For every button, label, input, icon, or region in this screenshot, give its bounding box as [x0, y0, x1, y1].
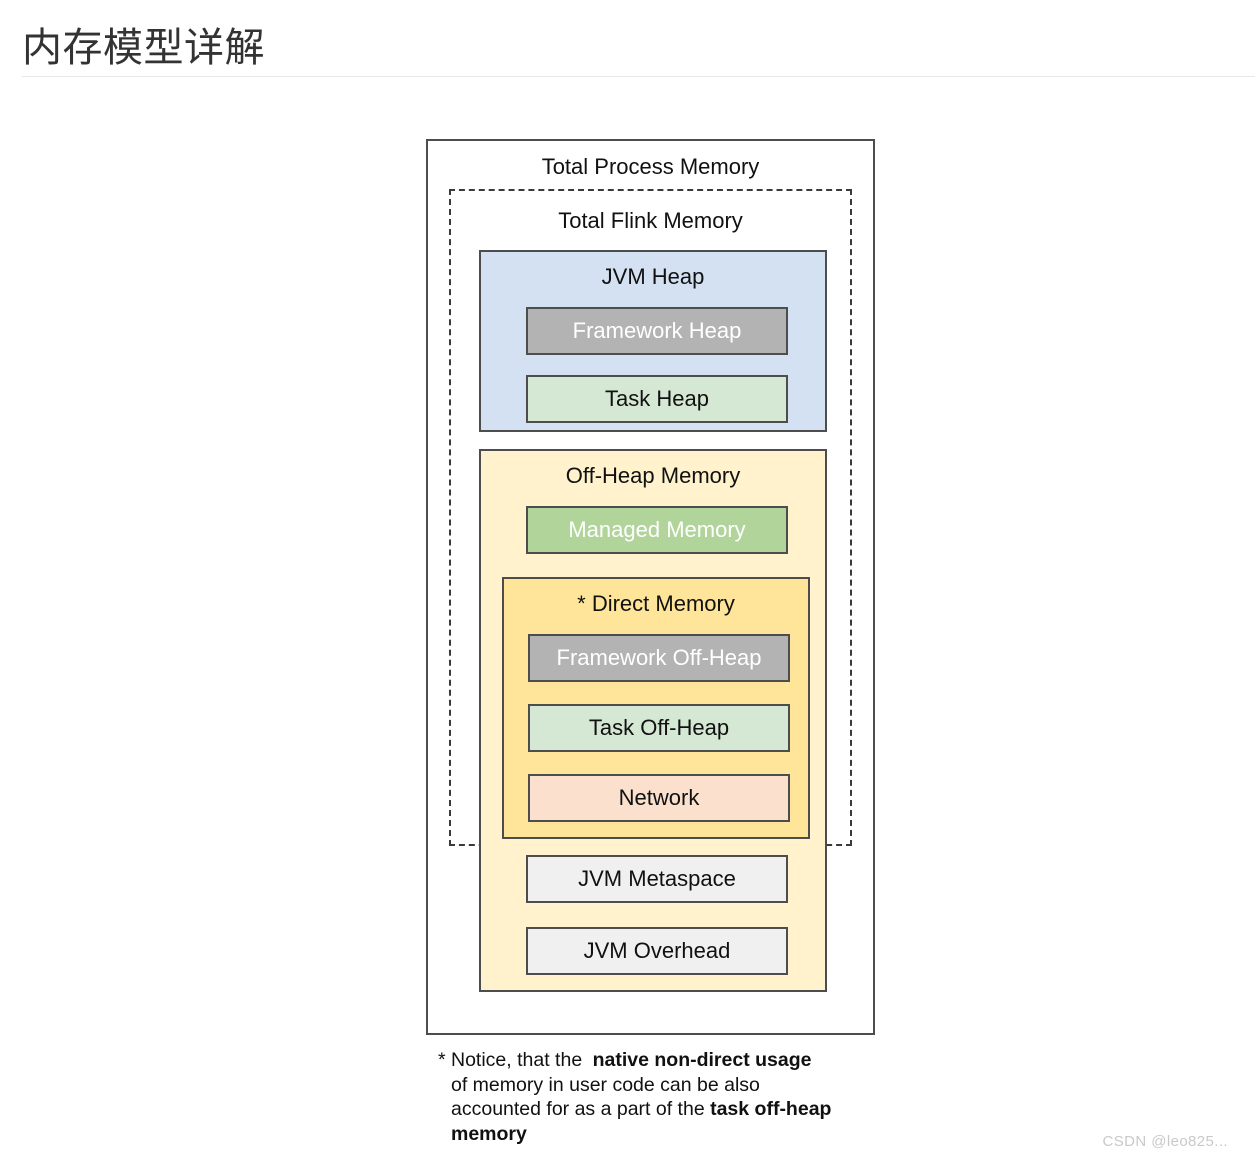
total-flink-memory-label: Total Flink Memory [558, 208, 743, 233]
footnote-line-1-bold: native non-direct usage [592, 1049, 812, 1071]
task-off-heap-box: Task Off-Heap [528, 704, 790, 752]
jvm-overhead-box: JVM Overhead [526, 927, 788, 975]
direct-memory-label: * Direct Memory [577, 591, 735, 616]
jvm-metaspace-box: JVM Metaspace [526, 855, 788, 903]
direct-memory-box: * Direct Memory Framework Off-Heap Task … [502, 577, 810, 839]
footnote-line-2: of memory in user code can be also [451, 1073, 760, 1096]
off-heap-memory-label: Off-Heap Memory [565, 463, 741, 488]
diagram-footnote: * Notice, that the native non-direct usa… [438, 1048, 878, 1146]
jvm-heap-box: JVM Heap Framework Heap Task Heap [479, 250, 827, 432]
jvm-heap-label: JVM Heap [601, 264, 705, 289]
footnote-line-4-bold: memory [451, 1122, 527, 1145]
title-divider [22, 76, 1255, 77]
csdn-watermark: CSDN @leo825... [1102, 1133, 1228, 1150]
task-heap-box: Task Heap [526, 375, 788, 423]
footnote-line-3-bold: task off-heap [710, 1098, 832, 1120]
footnote-line-4: memory [438, 1122, 878, 1147]
managed-memory-box: Managed Memory [526, 506, 788, 554]
footnote-line-1: * Notice, that the native non-direct usa… [438, 1048, 878, 1073]
off-heap-memory-box: Off-Heap Memory Managed Memory * Direct … [479, 449, 827, 992]
footnote-line-1-plain: * Notice, that the [438, 1049, 588, 1071]
footnote-line-3: accounted for as a part of the task off-… [438, 1097, 878, 1122]
framework-heap-box: Framework Heap [526, 307, 788, 355]
total-process-memory-label: Total Process Memory [541, 154, 760, 179]
page-title: 内存模型详解 [22, 26, 265, 70]
footnote-line-3-plain: accounted for as a part of the [451, 1098, 711, 1120]
framework-off-heap-box: Framework Off-Heap [528, 634, 790, 682]
flink-memory-model-diagram: Total Process Memory Total Flink Memory … [426, 139, 875, 1035]
network-box: Network [528, 774, 790, 822]
